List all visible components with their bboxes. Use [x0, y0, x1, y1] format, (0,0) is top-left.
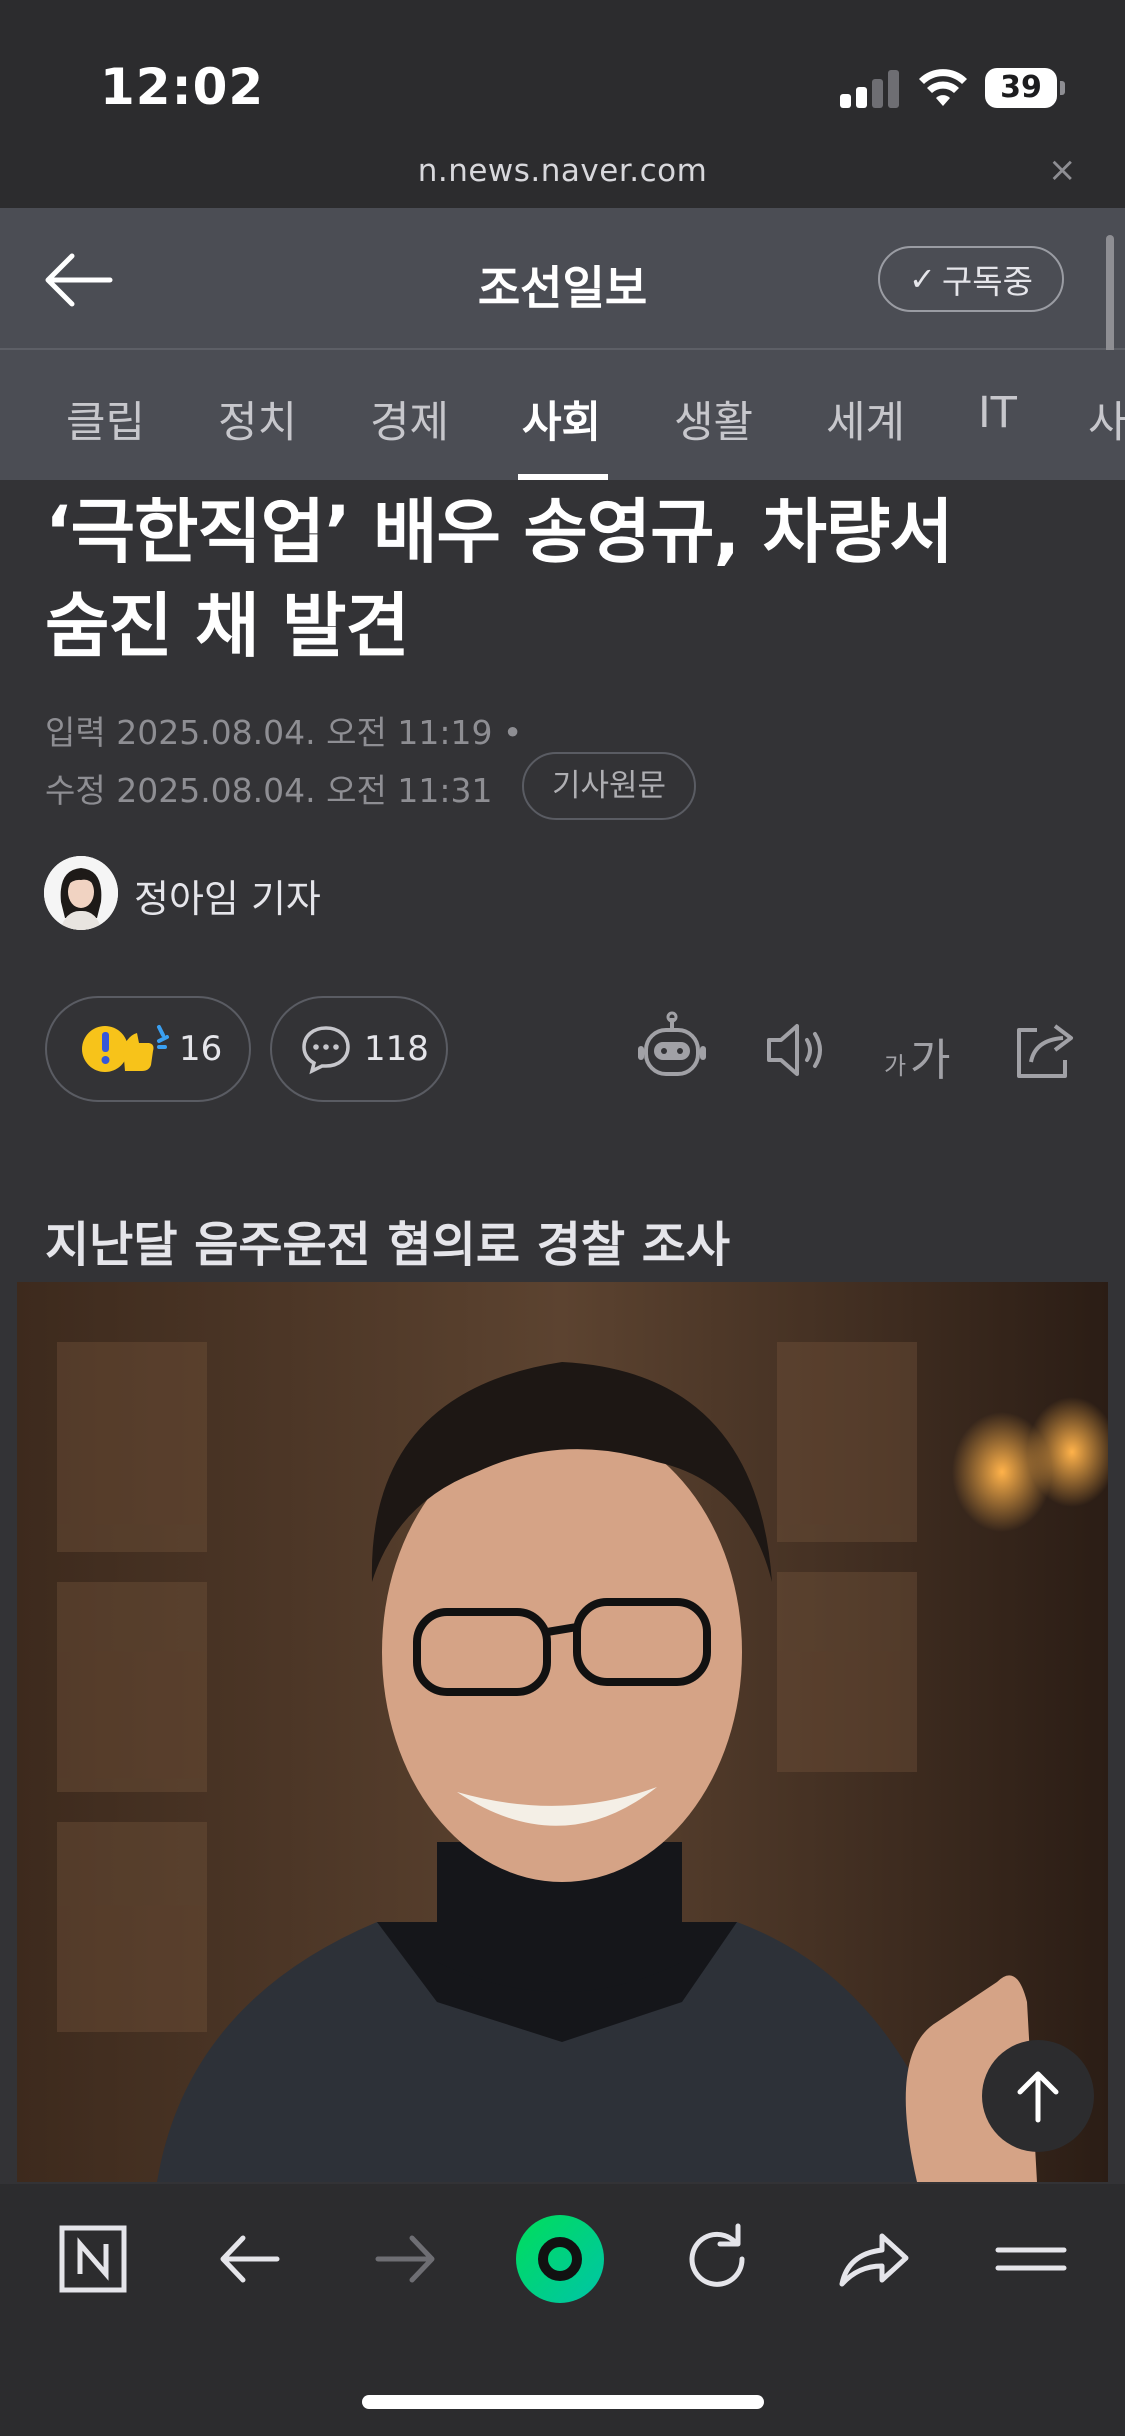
- url-bar[interactable]: n.news.naver.com ×: [0, 150, 1125, 208]
- press-header: 조선일보 ✓ 구독중: [0, 208, 1125, 350]
- share-page-icon[interactable]: [828, 2214, 918, 2304]
- subscribe-label: 구독중: [941, 262, 1033, 301]
- published-date: 입력 2025.08.04. 오전 11:19 •: [45, 713, 523, 752]
- article-photo[interactable]: [17, 1282, 1108, 2182]
- headline-line-2: 숨진 채 발견: [45, 585, 410, 667]
- comment-icon: [302, 1026, 350, 1075]
- battery-icon: 39: [985, 68, 1065, 108]
- tab-politics[interactable]: 정치: [218, 388, 297, 450]
- share-icon[interactable]: [1005, 1010, 1085, 1090]
- naver-home-icon[interactable]: [48, 2214, 138, 2304]
- cellular-signal-icon: [840, 68, 900, 108]
- green-dot-icon[interactable]: [515, 2214, 605, 2304]
- tab-more[interactable]: 사: [1088, 388, 1125, 450]
- article-headline: ‘극한직업’ 배우 송영규, 차량서 숨진 채 발견: [45, 485, 1085, 673]
- subscribe-button[interactable]: ✓ 구독중: [878, 246, 1064, 312]
- ai-summary-robot-icon[interactable]: [632, 1010, 712, 1090]
- tab-clip[interactable]: 클립: [66, 388, 145, 450]
- modified-date: 수정 2025.08.04. 오전 11:31: [45, 771, 493, 810]
- headline-line-1: ‘극한직업’ 배우 송영규, 차량서: [45, 491, 954, 573]
- status-bar: 12:02 39: [0, 0, 1125, 150]
- battery-level: 39: [985, 68, 1057, 108]
- reaction-count: 16: [179, 1029, 223, 1069]
- active-tab-indicator: [518, 474, 608, 480]
- article-subheading: 지난달 음주운전 혐의로 경찰 조사: [45, 1217, 731, 1273]
- tab-economy[interactable]: 경제: [370, 388, 449, 450]
- url-text[interactable]: n.news.naver.com: [0, 153, 1125, 189]
- tab-world[interactable]: 세계: [826, 388, 905, 450]
- wifi-icon: [919, 69, 967, 106]
- section-tabs: 클립 정치 경제 사회 생활 세계 IT 사: [0, 350, 1125, 480]
- status-time: 12:02: [100, 58, 265, 116]
- arrow-up-icon: [1017, 2071, 1059, 2123]
- reaction-emoji-icon: [82, 1025, 169, 1072]
- reporter-name[interactable]: 정아임 기자: [134, 868, 321, 923]
- reporter-avatar[interactable]: [44, 856, 118, 930]
- comment-button[interactable]: 118: [270, 996, 448, 1102]
- tab-life[interactable]: 생활: [674, 388, 753, 450]
- home-indicator[interactable]: [362, 2395, 764, 2409]
- refresh-icon[interactable]: [672, 2214, 762, 2304]
- forward-icon[interactable]: [360, 2214, 450, 2304]
- back-icon[interactable]: [205, 2214, 295, 2304]
- menu-icon[interactable]: [986, 2214, 1076, 2304]
- page: 12:02 39 n.news.naver.com × 조선일보 ✓ 구독중 클…: [0, 0, 1125, 2436]
- tab-society[interactable]: 사회: [522, 388, 601, 450]
- comment-count: 118: [364, 1029, 429, 1069]
- reaction-button[interactable]: 16: [45, 996, 251, 1102]
- scroll-to-top-button[interactable]: [982, 2040, 1094, 2152]
- reporter-photo: [44, 856, 118, 930]
- font-size-icon[interactable]: 가 가: [880, 1016, 970, 1096]
- tab-it[interactable]: IT: [978, 388, 1017, 438]
- check-icon: ✓: [909, 260, 936, 298]
- original-article-button[interactable]: 기사원문: [522, 752, 696, 820]
- close-icon[interactable]: ×: [1048, 150, 1077, 190]
- speaker-icon[interactable]: [757, 1010, 837, 1090]
